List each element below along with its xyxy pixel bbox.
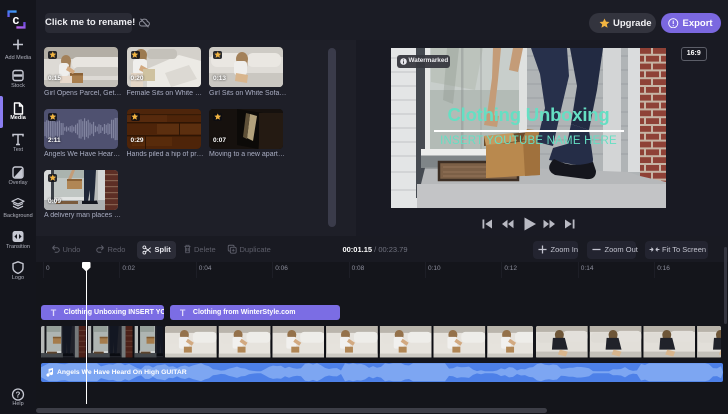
svg-text:?: ? bbox=[16, 390, 21, 399]
svg-text:c: c bbox=[12, 13, 19, 27]
